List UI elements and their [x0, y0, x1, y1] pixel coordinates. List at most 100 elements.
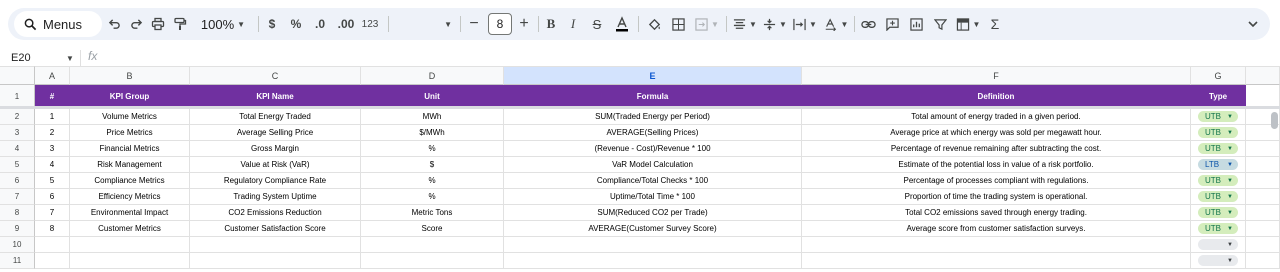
table-cell[interactable]: UTB ▼	[1191, 109, 1246, 125]
table-cell[interactable]: AVERAGE(Customer Survey Score)	[504, 221, 802, 237]
bold-icon[interactable]: B	[542, 8, 560, 40]
menus-button[interactable]: Menus	[14, 11, 102, 37]
table-cell[interactable]: AVERAGE(Selling Prices)	[504, 125, 802, 141]
italic-icon[interactable]: I	[564, 8, 582, 40]
select-all-corner[interactable]	[0, 66, 35, 85]
name-box[interactable]: E20 ▼	[8, 50, 78, 66]
table-cell[interactable]: UTB ▼	[1191, 221, 1246, 237]
paint-format-icon[interactable]	[170, 8, 190, 40]
table-cell[interactable]: SUM(Reduced CO2 per Trade)	[504, 205, 802, 221]
table-cell[interactable]: Average Selling Price	[190, 125, 361, 141]
table-cell[interactable]	[802, 253, 1191, 269]
type-dropdown-chip[interactable]: UTB ▼	[1198, 111, 1238, 122]
table-cell[interactable]	[504, 237, 802, 253]
vertical-align-icon[interactable]: ▼	[762, 8, 788, 40]
table-cell[interactable]: 6	[35, 189, 70, 205]
type-dropdown-chip[interactable]: UTB ▼	[1198, 175, 1238, 186]
table-cell[interactable]: Customer Satisfaction Score	[190, 221, 361, 237]
column-header-d[interactable]: D	[361, 66, 504, 85]
table-cell[interactable]	[190, 253, 361, 269]
type-dropdown-chip[interactable]: UTB ▼	[1198, 143, 1238, 154]
font-family-select[interactable]: ▼	[392, 8, 452, 40]
table-cell[interactable]: Value at Risk (VaR)	[190, 157, 361, 173]
table-cell[interactable]: UTB ▼	[1191, 205, 1246, 221]
table-cell[interactable]: Estimate of the potential loss in value …	[802, 157, 1191, 173]
table-cell[interactable]: MWh	[361, 109, 504, 125]
increase-decimals-button[interactable]: .00	[336, 8, 356, 40]
table-cell[interactable]: 1	[35, 109, 70, 125]
zoom-select[interactable]: 100% ▼	[196, 8, 250, 40]
row-header-4[interactable]: 4	[0, 141, 35, 157]
increase-font-size-button[interactable]: +	[516, 8, 532, 40]
table-cell[interactable]: Score	[361, 221, 504, 237]
vertical-scrollbar-thumb[interactable]	[1271, 112, 1278, 129]
strikethrough-icon[interactable]: S	[588, 8, 606, 40]
table-cell[interactable]: %	[361, 173, 504, 189]
decrease-decimals-button[interactable]: .0	[310, 8, 330, 40]
type-dropdown-chip[interactable]: UTB ▼	[1198, 191, 1238, 202]
redo-icon[interactable]	[126, 8, 146, 40]
column-header-e[interactable]: E	[504, 66, 802, 85]
type-dropdown-chip[interactable]: LTB ▼	[1198, 159, 1238, 170]
type-dropdown-chip[interactable]: UTB ▼	[1198, 127, 1238, 138]
horizontal-align-icon[interactable]: ▼	[732, 8, 758, 40]
table-cell[interactable]: Average score from customer satisfaction…	[802, 221, 1191, 237]
column-header-f[interactable]: F	[802, 66, 1191, 85]
table-cell[interactable]: (Revenue - Cost)/Revenue * 100	[504, 141, 802, 157]
collapse-toolbar-icon[interactable]	[1244, 8, 1262, 40]
insert-chart-icon[interactable]	[906, 8, 926, 40]
table-cell[interactable]: Compliance Metrics	[70, 173, 190, 189]
print-icon[interactable]	[148, 8, 168, 40]
table-cell[interactable]: 3	[35, 141, 70, 157]
borders-icon[interactable]	[668, 8, 688, 40]
decrease-font-size-button[interactable]: −	[466, 8, 482, 40]
frozen-row-divider[interactable]	[0, 106, 1280, 109]
table-cell[interactable]: Trading System Uptime	[190, 189, 361, 205]
table-cell[interactable]	[70, 253, 190, 269]
table-cell[interactable]	[361, 253, 504, 269]
table-cell[interactable]: Efficiency Metrics	[70, 189, 190, 205]
table-cell[interactable]: LTB ▼	[1191, 157, 1246, 173]
insert-link-icon[interactable]	[858, 8, 878, 40]
font-size-input[interactable]: 8	[488, 13, 512, 35]
functions-icon[interactable]: Σ	[986, 8, 1004, 40]
table-cell[interactable]: Gross Margin	[190, 141, 361, 157]
insert-comment-icon[interactable]	[882, 8, 902, 40]
fill-color-icon[interactable]	[644, 8, 664, 40]
table-cell[interactable]: $	[361, 157, 504, 173]
table-cell[interactable]: CO2 Emissions Reduction	[190, 205, 361, 221]
table-cell[interactable]: Percentage of revenue remaining after su…	[802, 141, 1191, 157]
table-cell[interactable]	[35, 237, 70, 253]
text-rotation-icon[interactable]: ▼	[822, 8, 850, 40]
table-cell[interactable]: $/MWh	[361, 125, 504, 141]
filter-icon[interactable]	[930, 8, 950, 40]
row-header-8[interactable]: 8	[0, 205, 35, 221]
table-cell[interactable]: Proportion of time the trading system is…	[802, 189, 1191, 205]
table-cell[interactable]: UTB ▼	[1191, 141, 1246, 157]
table-cell[interactable]: Customer Metrics	[70, 221, 190, 237]
type-dropdown-chip[interactable]: UTB ▼	[1198, 223, 1238, 234]
table-cell[interactable]: %	[361, 141, 504, 157]
row-header-6[interactable]: 6	[0, 173, 35, 189]
table-cell[interactable]	[504, 253, 802, 269]
column-header-a[interactable]: A	[35, 66, 70, 85]
more-formats-button[interactable]: 123	[360, 8, 380, 40]
table-cell[interactable]: UTB ▼	[1191, 189, 1246, 205]
table-cell[interactable]: 8	[35, 221, 70, 237]
row-header-2[interactable]: 2	[0, 109, 35, 125]
percent-format-button[interactable]: %	[288, 8, 304, 40]
table-cell[interactable]: Price Metrics	[70, 125, 190, 141]
table-cell[interactable]: %	[361, 189, 504, 205]
table-cell[interactable]	[35, 253, 70, 269]
currency-format-button[interactable]: $	[264, 8, 280, 40]
table-cell[interactable]: Total amount of energy traded in a given…	[802, 109, 1191, 125]
type-dropdown-chip[interactable]: ▼	[1198, 239, 1238, 250]
table-cell[interactable]: Risk Management	[70, 157, 190, 173]
table-cell[interactable]: Total Energy Traded	[190, 109, 361, 125]
text-wrapping-icon[interactable]: ▼	[792, 8, 818, 40]
row-header-10[interactable]: 10	[0, 237, 35, 253]
table-cell[interactable]: UTB ▼	[1191, 125, 1246, 141]
text-color-icon[interactable]	[612, 8, 632, 40]
table-cell[interactable]	[361, 237, 504, 253]
table-cell[interactable]: Environmental Impact	[70, 205, 190, 221]
